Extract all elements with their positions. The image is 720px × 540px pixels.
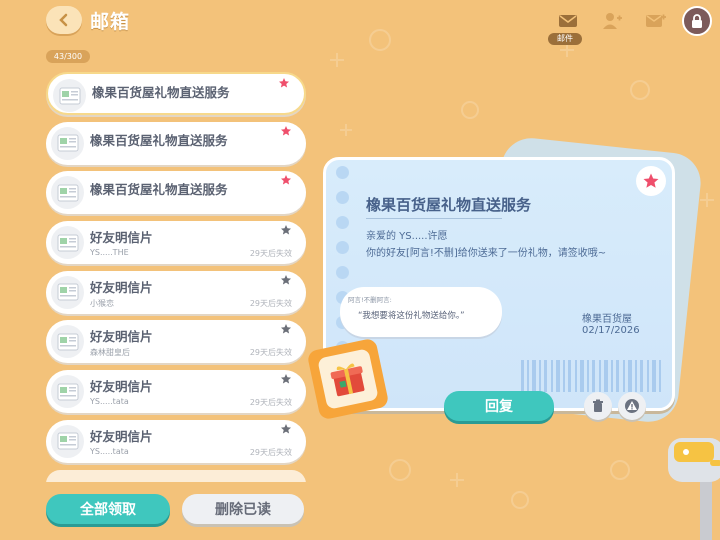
letter-body: 你的好友[阿言!不删]给你送来了一份礼物，请签收哦~: [366, 248, 607, 259]
mail-sender: YS.....tata: [90, 397, 129, 407]
bubble-message: “我想要将这份礼物送给你。”: [358, 311, 465, 321]
mail-counter: 43/300: [46, 50, 90, 63]
star-icon[interactable]: [280, 423, 292, 435]
friend-tab[interactable]: [596, 6, 628, 36]
mail-title: 好友明信片: [90, 329, 153, 345]
envelope-icon: [559, 15, 577, 27]
postcard-thumbnail-icon: [53, 79, 86, 112]
mail-list-item-partial[interactable]: [46, 469, 306, 482]
mail-title: 好友明信片: [90, 379, 153, 395]
back-button[interactable]: [46, 6, 82, 34]
postcard-thumbnail-icon: [51, 226, 84, 260]
barcode-decoration: [521, 360, 661, 392]
gift-box-icon: [317, 348, 379, 410]
postcard-thumbnail-icon: [51, 126, 84, 160]
star-icon[interactable]: [280, 174, 292, 186]
back-arrow-icon: [59, 13, 68, 27]
report-button[interactable]: [618, 392, 646, 420]
star-icon[interactable]: [280, 323, 292, 335]
mail-list-item[interactable]: 好友明信片 YS.....tata 29天后失效: [46, 419, 306, 463]
mail-expiry: 29天后失效: [249, 298, 292, 308]
lock-icon: [692, 14, 702, 28]
mail-title: 橡果百货屋礼物直送服务: [90, 132, 228, 148]
postcard-thumbnail-icon: [51, 275, 84, 309]
page-title: 邮箱: [90, 11, 131, 33]
star-icon[interactable]: [280, 224, 292, 236]
claim-all-button[interactable]: 全部领取: [46, 494, 170, 524]
binder-holes: [336, 166, 354, 366]
postcard-thumbnail-icon: [51, 176, 84, 210]
letter-greeting: 亲爱的 YS.....许愿: [366, 231, 448, 242]
mail-tab-label: 邮件: [548, 33, 582, 45]
bubble-sender-name: 阿言!不删阿言:: [348, 296, 392, 304]
mail-title: 好友明信片: [90, 279, 153, 295]
mail-list-item[interactable]: 橡果百货屋礼物直送服务: [46, 171, 306, 215]
mail-list-item[interactable]: 好友明信片 小猴恋 29天后失效: [46, 270, 306, 314]
favorite-star-button[interactable]: [636, 166, 666, 196]
postcard-thumbnail-icon: [51, 375, 84, 409]
mail-title: 好友明信片: [90, 428, 153, 444]
mail-list-item[interactable]: 好友明信片 YS.....THE 29天后失效: [46, 221, 306, 265]
delete-mail-button[interactable]: [584, 392, 612, 420]
mail-expiry: 29天后失效: [249, 249, 292, 259]
mail-list-item[interactable]: 好友明信片 YS.....tata 29天后失效: [46, 370, 306, 414]
mail-expiry: 29天后失效: [249, 348, 292, 358]
mail-list-item[interactable]: 橡果百货屋礼物直送服务: [46, 72, 306, 115]
letter-title: 橡果百货屋礼物直送服务: [366, 196, 532, 214]
star-icon: [643, 173, 659, 188]
mail-expiry: 29天后失效: [249, 447, 292, 457]
top-tabs: [552, 6, 672, 36]
mail-tab[interactable]: [552, 6, 584, 36]
gift-attachment[interactable]: [306, 337, 390, 421]
mail-list-item[interactable]: 橡果百货屋礼物直送服务: [46, 121, 306, 165]
warning-icon: [625, 399, 639, 413]
reply-button[interactable]: 回复: [444, 391, 554, 421]
star-icon[interactable]: [278, 77, 290, 89]
mail-sender: 森林甜皇后: [90, 348, 130, 358]
star-icon[interactable]: [280, 125, 292, 137]
mail-plus-icon: [646, 14, 666, 27]
mail-title: 橡果百货屋礼物直送服务: [92, 85, 230, 100]
mail-list[interactable]: 橡果百货屋礼物直送服务 橡果百货屋礼物直送服务 橡果百货屋礼物直送服务 好友明信…: [46, 72, 306, 482]
mail-sender: 小猴恋: [90, 298, 114, 308]
letter-sender: 橡果百货屋: [582, 314, 632, 325]
postcard-thumbnail-icon: [51, 325, 84, 359]
title-divider: [366, 218, 502, 219]
letter-date: 02/17/2026: [582, 325, 640, 336]
gift-icon: [330, 363, 365, 397]
mail-sender: YS.....THE: [90, 248, 129, 258]
postcard-thumbnail-icon: [51, 424, 84, 458]
mail-expiry: 29天后失效: [249, 398, 292, 408]
mailbox-decoration: [668, 438, 720, 540]
mail-title: 好友明信片: [90, 230, 153, 246]
delete-read-button[interactable]: 删除已读: [182, 494, 304, 524]
mail-sender: YS.....tata: [90, 446, 129, 456]
star-icon[interactable]: [280, 274, 292, 286]
add-friend-icon: [603, 13, 622, 29]
trash-icon: [593, 399, 603, 412]
message-bubble: 阿言!不删阿言: “我想要将这份礼物送给你。”: [340, 287, 502, 337]
lock-button[interactable]: [682, 6, 712, 36]
star-icon[interactable]: [280, 373, 292, 385]
mail-title: 橡果百货屋礼物直送服务: [90, 182, 228, 198]
mail-list-item[interactable]: 好友明信片 森林甜皇后 29天后失效: [46, 320, 306, 364]
send-mail-tab[interactable]: [640, 6, 672, 36]
